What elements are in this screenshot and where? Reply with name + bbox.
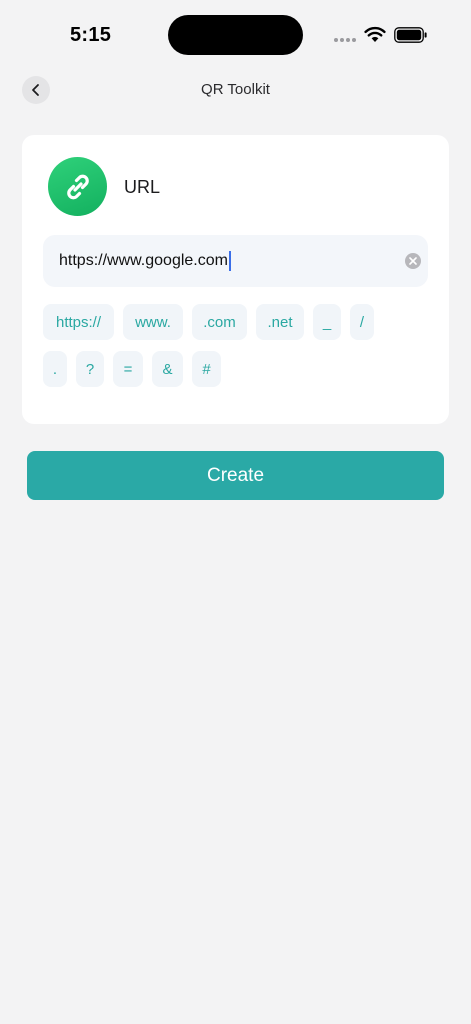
page-title: QR Toolkit	[201, 81, 270, 98]
chip-net[interactable]: .net	[256, 304, 304, 340]
chip-underscore[interactable]: _	[313, 304, 341, 340]
chip-dot[interactable]: .	[43, 351, 67, 387]
nav-bar: QR Toolkit	[0, 70, 471, 110]
quick-insert-chips: https:// www. .com .net _ / . ? = & #	[43, 304, 433, 398]
chip-ampersand[interactable]: &	[152, 351, 183, 387]
clear-circle-icon	[409, 257, 417, 265]
cellular-signal-icon	[334, 38, 356, 42]
url-input[interactable]: https://www.google.com	[59, 251, 231, 271]
status-time: 5:15	[70, 24, 112, 46]
url-input-value: https://www.google.com	[59, 252, 228, 269]
status-bar: 5:15	[0, 0, 471, 70]
clear-button[interactable]	[405, 253, 421, 269]
chip-question[interactable]: ?	[76, 351, 104, 387]
chip-hash[interactable]: #	[192, 351, 221, 387]
text-caret	[228, 251, 231, 271]
type-label: URL	[124, 177, 161, 197]
url-type-badge	[48, 157, 107, 216]
chip-row-1: https:// www. .com .net _ /	[43, 304, 433, 340]
wifi-icon	[364, 26, 386, 42]
battery-icon	[394, 27, 427, 43]
link-icon	[66, 174, 89, 199]
chip-www[interactable]: www.	[123, 304, 183, 340]
dynamic-island	[168, 15, 303, 55]
chip-row-2: . ? = & #	[43, 351, 433, 387]
chip-slash[interactable]: /	[350, 304, 374, 340]
chip-com[interactable]: .com	[192, 304, 247, 340]
url-input-card: URL https://www.google.com https:// www.…	[22, 135, 449, 424]
chip-https[interactable]: https://	[43, 304, 114, 340]
create-button[interactable]: Create	[27, 451, 444, 500]
chip-equals[interactable]: =	[113, 351, 143, 387]
url-input-field[interactable]: https://www.google.com	[43, 235, 428, 287]
